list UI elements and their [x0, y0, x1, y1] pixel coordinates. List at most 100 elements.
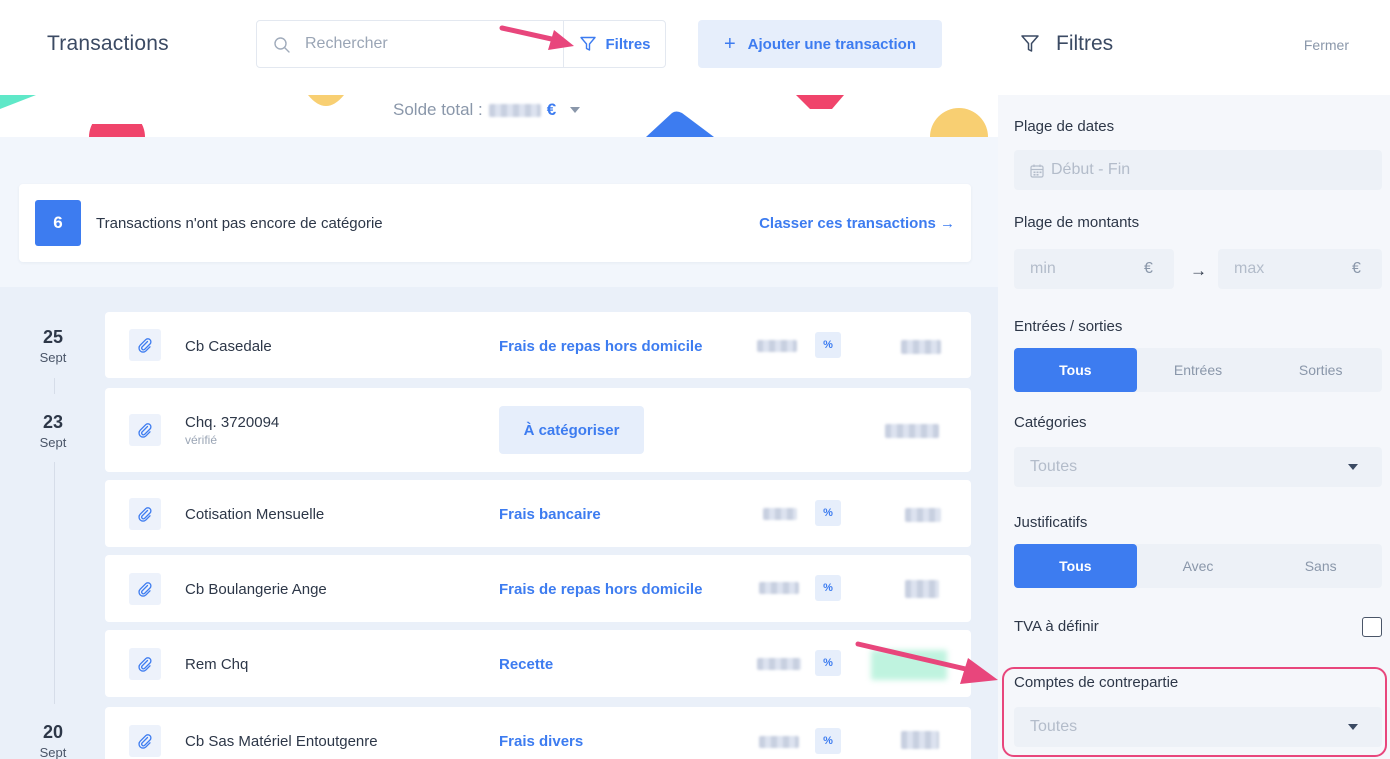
timeline-connector [54, 462, 55, 704]
chevron-down-icon [1348, 464, 1358, 470]
date-group-label: 25 Sept [24, 327, 82, 365]
filters-panel: Filtres Fermer Plage de dates Plage de m… [998, 0, 1390, 759]
chevron-down-icon [570, 107, 581, 113]
total-balance[interactable]: Solde total : € [393, 100, 581, 120]
uncategorized-notice: 6 Transactions n'ont pas encore de catég… [19, 184, 971, 262]
paperclip-icon [138, 582, 152, 597]
vat-amount-blurred [763, 508, 797, 520]
counterpart-accounts-select-value: Toutes [1030, 718, 1078, 735]
attachment-button[interactable] [129, 648, 161, 680]
receipts-option-without[interactable]: Sans [1259, 544, 1382, 588]
date-range-label: Plage de dates [1014, 118, 1115, 135]
filters-panel-header: Filtres Fermer [998, 0, 1390, 95]
paperclip-icon [138, 507, 152, 522]
filters-button[interactable]: Filtres [563, 21, 666, 67]
vat-rate-button[interactable]: % [815, 650, 841, 676]
flows-option-out[interactable]: Sorties [1259, 348, 1382, 392]
timeline-connector [54, 378, 55, 394]
decor-shape-pink [796, 95, 844, 109]
add-transaction-button[interactable]: + Ajouter une transaction [698, 20, 942, 68]
transaction-name: Cotisation Mensuelle [185, 506, 325, 523]
paperclip-icon [138, 423, 152, 438]
paperclip-icon [138, 734, 152, 749]
transactions-view: Transactions Filtres + Ajouter une trans… [0, 0, 998, 759]
date-group-label: 20 Sept [24, 722, 82, 759]
decor-shape-blue [646, 111, 714, 137]
filters-panel-title: Filtres [1056, 32, 1114, 55]
vat-undefined-checkbox[interactable] [1362, 617, 1382, 637]
categories-select[interactable]: Toutes [1014, 447, 1382, 487]
flows-label: Entrées / sorties [1014, 318, 1123, 335]
add-transaction-label: Ajouter une transaction [747, 35, 917, 53]
close-filters-button[interactable]: Fermer [1304, 37, 1349, 53]
vat-rate-button[interactable]: % [815, 500, 841, 526]
date-month: Sept [39, 350, 67, 365]
arrow-right-icon: → [1190, 261, 1207, 280]
attachment-button[interactable] [129, 414, 161, 446]
date-day: 25 [42, 327, 64, 347]
date-group-label: 23 Sept [24, 412, 82, 450]
transaction-category[interactable]: Frais de repas hors domicile [499, 581, 702, 598]
filter-icon [580, 36, 597, 51]
date-range-input[interactable] [1014, 150, 1382, 190]
date-month: Sept [39, 435, 67, 450]
attachment-button[interactable] [129, 329, 161, 361]
transaction-row[interactable]: Cotisation Mensuelle Frais bancaire % [105, 480, 971, 547]
transaction-category[interactable]: Frais de repas hors domicile [499, 338, 702, 355]
transaction-row[interactable]: Chq. 3720094 vérifié À catégoriser [105, 388, 971, 472]
total-balance-currency: € [546, 100, 557, 119]
filters-button-label: Filtres [605, 35, 651, 53]
transaction-row[interactable]: Cb Boulangerie Ange Frais de repas hors … [105, 555, 971, 622]
top-bar: Transactions Filtres + Ajouter une trans… [0, 0, 998, 95]
transaction-category[interactable]: Frais divers [499, 733, 583, 750]
transaction-row[interactable]: Cb Sas Matériel Entoutgenre Frais divers… [105, 707, 971, 759]
calendar-icon [1030, 164, 1044, 178]
date-day: 20 [42, 722, 64, 742]
vat-undefined-label: TVA à définir [1014, 618, 1099, 635]
transaction-name: Cb Sas Matériel Entoutgenre [185, 733, 378, 750]
categorize-button[interactable]: À catégoriser [499, 406, 644, 454]
amount-range-label: Plage de montants [1014, 214, 1140, 231]
receipts-option-all[interactable]: Tous [1014, 544, 1137, 588]
vat-amount-blurred [759, 736, 799, 748]
transaction-category[interactable]: Recette [499, 656, 553, 673]
decor-shape-gold [930, 108, 988, 137]
amount-blurred [901, 731, 939, 749]
flows-option-in[interactable]: Entrées [1137, 348, 1260, 392]
amount-blurred [885, 424, 939, 438]
transaction-category[interactable]: Frais bancaire [499, 506, 601, 523]
flows-option-all[interactable]: Tous [1014, 348, 1137, 392]
total-balance-label: Solde total : [393, 100, 483, 119]
receipts-label: Justificatifs [1014, 514, 1088, 531]
transaction-name: Rem Chq [185, 656, 249, 673]
search-box: Filtres [256, 20, 666, 68]
attachment-button[interactable] [129, 573, 161, 605]
vat-rate-button[interactable]: % [815, 332, 841, 358]
amount-blurred [905, 580, 939, 598]
receipts-option-with[interactable]: Avec [1137, 544, 1260, 588]
uncategorized-count-badge: 6 [35, 200, 81, 246]
plus-icon: + [723, 32, 736, 55]
decor-shape-red [89, 124, 145, 137]
vat-rate-button[interactable]: % [815, 728, 841, 754]
transaction-row[interactable]: Cb Casedale Frais de repas hors domicile… [105, 312, 971, 378]
amount-blurred [905, 508, 941, 522]
categorize-transactions-link[interactable]: Classer ces transactions → [759, 215, 955, 232]
vat-amount-blurred [757, 658, 801, 670]
date-day: 23 [42, 412, 64, 432]
paperclip-icon [138, 338, 152, 353]
attachment-button[interactable] [129, 498, 161, 530]
max-amount-currency: € [1352, 260, 1361, 277]
transaction-name: Chq. 3720094 [185, 414, 280, 431]
search-input[interactable] [305, 21, 555, 67]
transaction-name: Cb Casedale [185, 338, 272, 355]
vat-rate-button[interactable]: % [815, 575, 841, 601]
attachment-button[interactable] [129, 725, 161, 757]
transaction-status: vérifié [185, 433, 218, 447]
receipts-toggle: Tous Avec Sans [1014, 544, 1382, 588]
chevron-down-icon [1348, 724, 1358, 730]
counterpart-accounts-select[interactable]: Toutes [1014, 707, 1382, 747]
transaction-row[interactable]: Rem Chq Recette % [105, 630, 971, 697]
vat-amount-blurred [757, 340, 797, 352]
search-icon [274, 37, 290, 53]
